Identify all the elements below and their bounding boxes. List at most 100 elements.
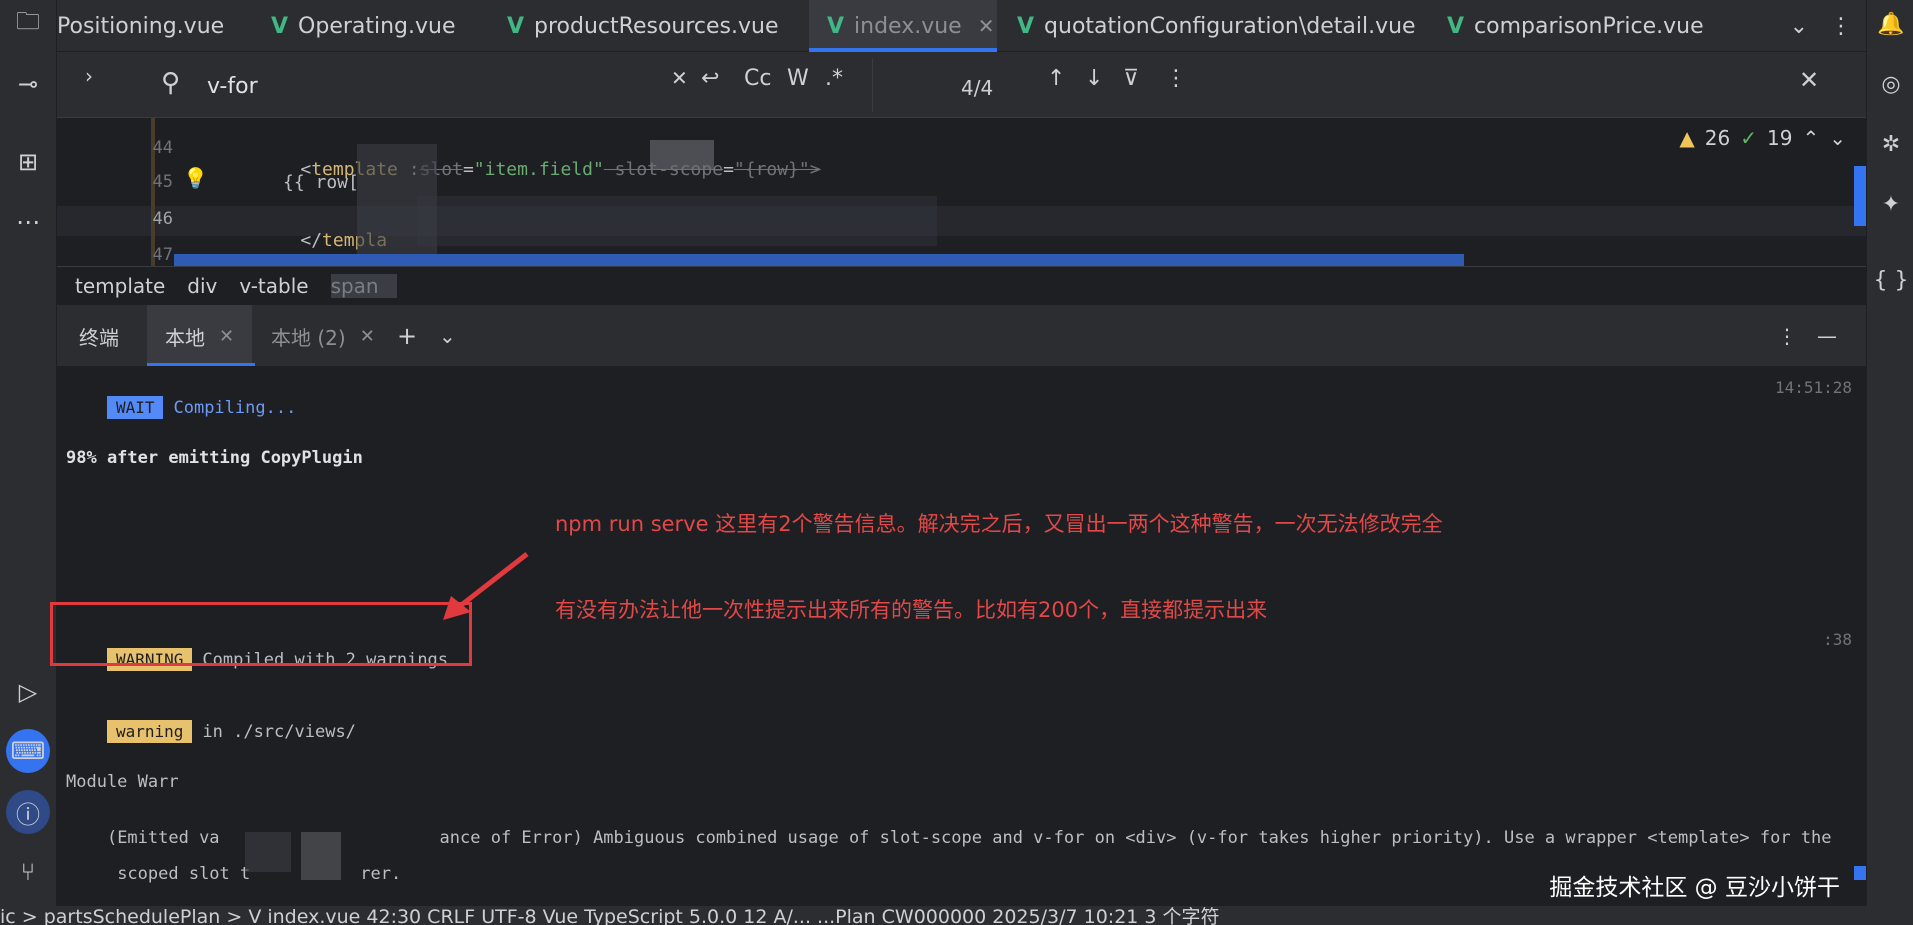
whole-word-button[interactable]: W xyxy=(787,66,809,91)
kebab-menu-icon[interactable]: ⋮ xyxy=(1830,14,1852,39)
git-icon[interactable]: ⑂ xyxy=(8,852,48,892)
breadcrumb-item[interactable]: div xyxy=(187,274,235,298)
minimize-icon[interactable]: — xyxy=(1817,305,1837,367)
clear-search-icon[interactable]: ✕ xyxy=(671,66,688,90)
token: "item.field" xyxy=(473,159,604,180)
ok-count: 19 xyxy=(1767,126,1793,150)
tab-terminal[interactable]: 终端 xyxy=(79,305,119,367)
close-search-icon[interactable]: ✕ xyxy=(1799,66,1819,94)
code-editor[interactable]: 44 45 46 47 💡 <template :slot="item.fiel… xyxy=(57,118,1866,274)
inspection-widget[interactable]: ▲ 26 ✓ 19 ⌃ ⌄ xyxy=(1679,126,1846,150)
tab-comparisonprice[interactable]: V comparisonPrice.vue xyxy=(1447,0,1704,52)
more-icon[interactable]: ⋯ xyxy=(8,202,48,242)
match-case-button[interactable]: Cc xyxy=(744,66,771,91)
tab-index[interactable]: V index.vue ✕ xyxy=(809,0,997,52)
redacted-region xyxy=(417,196,937,246)
compiling-text: Compiling... xyxy=(173,398,297,418)
newline-icon[interactable]: ↩ xyxy=(701,66,719,91)
annotation-arrow xyxy=(443,552,529,620)
terminal-tab-bar: 终端 本地 ✕ 本地 (2) ✕ + ⌄ ⋮ — xyxy=(57,304,1866,367)
more-options-icon[interactable]: ⋮ xyxy=(1165,66,1187,91)
expand-replace-icon[interactable]: › xyxy=(85,64,93,88)
json-icon[interactable]: { } xyxy=(1873,262,1909,298)
check-icon: ✓ xyxy=(1740,126,1758,150)
vue-icon: V xyxy=(1017,13,1035,39)
tab-label: quotationConfiguration\detail.vue xyxy=(1044,13,1416,39)
tab-label: productResources.vue xyxy=(534,13,779,39)
filter-icon[interactable]: ⊽ xyxy=(1123,66,1139,91)
commit-icon[interactable]: ⊸ xyxy=(8,64,48,104)
vue-icon: V xyxy=(507,13,525,39)
tab-label: Operating.vue xyxy=(298,13,456,39)
line-number: 46 xyxy=(152,209,173,229)
token: = xyxy=(723,159,734,180)
search-input[interactable] xyxy=(207,70,627,102)
chevron-up-icon[interactable]: ⌃ xyxy=(1802,126,1819,150)
redacted-region xyxy=(650,140,714,170)
status-text: ic > partsSchedulePlan > V index.vue 42:… xyxy=(0,906,1220,925)
breadcrumb-item[interactable]: v-table xyxy=(239,274,326,298)
tab-label: index.vue xyxy=(854,13,962,39)
close-icon[interactable]: ✕ xyxy=(360,326,375,347)
line-number: 45 xyxy=(152,172,173,192)
chevron-down-icon[interactable]: ⌄ xyxy=(1829,126,1846,150)
code-line-45: {{ row[ xyxy=(283,172,359,193)
terminal-icon[interactable]: ⌨ xyxy=(6,729,50,773)
wait-badge: WAIT xyxy=(106,396,164,419)
vue-icon: V xyxy=(827,13,845,39)
breadcrumb-item[interactable]: span xyxy=(330,273,397,298)
timestamp: :38 xyxy=(1823,630,1852,649)
tab-label: 本地 (2) xyxy=(271,325,346,350)
scroll-marker xyxy=(1854,866,1866,880)
chevron-down-icon[interactable]: ⌄ xyxy=(439,305,456,367)
search-highlight-bar xyxy=(174,254,1464,266)
tab-label: 本地 xyxy=(165,325,205,350)
lightbulb-icon[interactable]: 💡 xyxy=(183,166,208,190)
regex-button[interactable]: .* xyxy=(825,66,843,91)
tab-productresources[interactable]: V productResources.vue xyxy=(507,0,779,52)
annotation-text: npm run serve 这里有2个警告信息。解决完之后，又冒出一两个这种警告… xyxy=(555,512,1443,536)
token: </ xyxy=(300,230,323,251)
next-match-icon[interactable]: ↓ xyxy=(1085,66,1103,91)
warning-small-badge: warning xyxy=(106,720,193,743)
tab-local-2[interactable]: 本地 (2) ✕ xyxy=(271,305,375,367)
find-bar: › ⚲ ✕ ↩ Cc W .* 4/4 ↑ ↓ ⊽ ⋮ ✕ xyxy=(57,52,1866,118)
tab-label: comparisonPrice.vue xyxy=(1474,13,1704,39)
breadcrumb-item[interactable]: template xyxy=(75,274,183,298)
emitted-text-b: ance of Error) Ambiguous combined usage … xyxy=(439,828,1832,848)
terminal-line: WAIT Compiling... xyxy=(66,376,296,439)
tab-local[interactable]: 本地 ✕ xyxy=(147,305,253,367)
close-icon[interactable]: ✕ xyxy=(219,326,234,347)
scroll-marker xyxy=(1854,166,1866,226)
progress-line: 98% after emitting CopyPlugin xyxy=(66,448,363,468)
right-tool-strip: 🔔 ◎ ✲ ✦ { } xyxy=(1866,0,1913,925)
annotation-box xyxy=(50,602,472,666)
status-bar: ic > partsSchedulePlan > V index.vue 42:… xyxy=(0,906,1913,925)
structure-icon[interactable]: ⊞ xyxy=(8,142,48,182)
terminal-output[interactable]: WAIT Compiling... 14:51:28 98% after emit… xyxy=(50,366,1866,906)
previous-match-icon[interactable]: ↑ xyxy=(1047,66,1065,91)
tab-quotation-detail[interactable]: V quotationConfiguration\detail.vue xyxy=(1017,0,1416,52)
kebab-menu-icon[interactable]: ⋮ xyxy=(1777,305,1797,367)
line-number: 47 xyxy=(152,245,173,265)
tab-operating[interactable]: V Operating.vue xyxy=(271,0,456,52)
add-tab-icon[interactable]: + xyxy=(397,305,417,367)
tab-positioning[interactable]: Positioning.vue xyxy=(57,0,224,52)
folder-icon[interactable]: 🗀 xyxy=(8,4,48,44)
copilot-icon[interactable]: ✦ xyxy=(1873,186,1909,222)
search-icon[interactable]: ⚲ xyxy=(161,68,180,98)
run-icon[interactable]: ▷ xyxy=(8,672,48,712)
vue-icon: V xyxy=(1447,13,1465,39)
notifications-icon[interactable]: 🔔 xyxy=(1873,6,1909,42)
annotation-text: 有没有办法让他一次性提示出来所有的警告。比如有200个，直接都提示出来 xyxy=(555,598,1268,622)
plugin-icon[interactable]: ✲ xyxy=(1873,126,1909,162)
terminal-line: scoped slot t rer. xyxy=(66,844,401,904)
scoped-text-b: rer. xyxy=(360,864,402,884)
tab-label: Positioning.vue xyxy=(57,13,225,39)
chevron-down-icon[interactable]: ⌄ xyxy=(1790,14,1808,39)
problems-icon[interactable]: ⓘ xyxy=(6,790,50,834)
close-icon[interactable]: ✕ xyxy=(978,14,995,38)
breadcrumb: template div v-table span xyxy=(57,266,1866,304)
ai-assistant-icon[interactable]: ◎ xyxy=(1873,66,1909,102)
token: = xyxy=(462,159,474,180)
